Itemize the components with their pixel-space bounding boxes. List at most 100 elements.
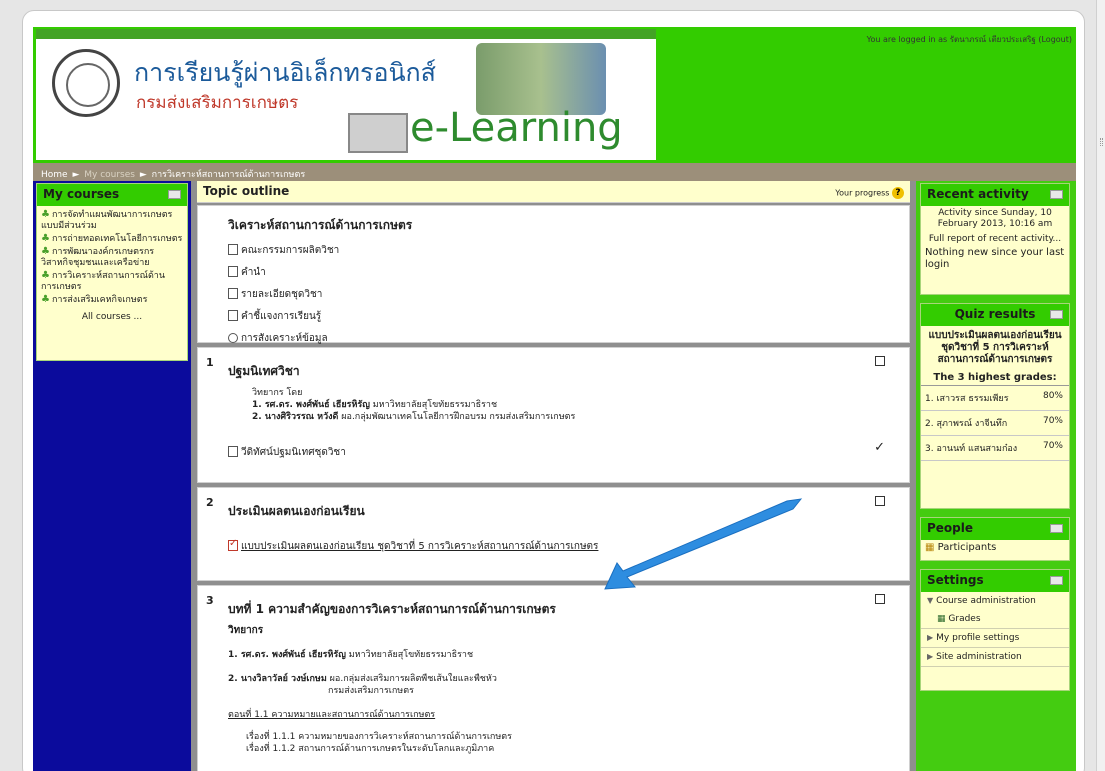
full-report-link[interactable]: Full report of recent activity... xyxy=(921,234,1069,245)
file-icon xyxy=(228,244,238,255)
forum-link[interactable]: การสังเคราะห์ข้อมูล xyxy=(228,331,909,346)
site-subtitle: กรมส่งเสริมการเกษตร xyxy=(136,93,299,113)
speaker-label: วิทยากร โดย xyxy=(252,388,303,398)
block-toggle-icon[interactable] xyxy=(1050,190,1063,199)
right-column: Recent activity Activity since Sunday, 1… xyxy=(916,181,1076,771)
my-courses-header: My courses xyxy=(37,184,187,206)
breadcrumb-home[interactable]: Home xyxy=(41,170,68,180)
elearning-logo: e-Learning xyxy=(410,105,623,151)
speaker-line: 2. นางวิลาวัลย์ วงษ์เกษม ผอ.กลุ่มส่งเสริ… xyxy=(228,674,497,684)
collapsed-icon: ▶ xyxy=(927,652,934,661)
site-banner[interactable]: การเรียนรู้ผ่านอิเล็กทรอนิกส์ กรมส่งเสริ… xyxy=(36,29,656,160)
my-courses-block: My courses ♣ การจัดทำแผนพัฒนาการเกษตรแบบม… xyxy=(36,183,188,361)
grades-link[interactable]: ▦ Grades xyxy=(921,610,1069,629)
breadcrumb-current[interactable]: การวิเคราะห์สถานการณ์ด้านการเกษตร xyxy=(152,170,306,180)
section-3-highlight-checkbox[interactable] xyxy=(875,594,885,604)
grades-icon: ▦ xyxy=(937,614,946,624)
progress-label: Your progress ? xyxy=(835,187,904,199)
recent-activity-header: Recent activity xyxy=(921,184,1069,206)
course-link[interactable]: ♣ การส่งเสริมเคหกิจเกษตร xyxy=(37,294,187,306)
course-icon: ♣ xyxy=(41,270,50,281)
resource-link[interactable]: รายละเอียดชุดวิชา xyxy=(228,287,909,302)
course-link[interactable]: ♣ การวิเคราะห์สถานการณ์ด้านการเกษตร xyxy=(37,270,187,293)
collapsed-icon: ▶ xyxy=(927,633,934,642)
block-toggle-icon[interactable] xyxy=(1050,310,1063,319)
nothing-new: Nothing new since your last login xyxy=(925,247,1065,270)
course-administration-node[interactable]: ▼ Course administration xyxy=(921,592,1069,610)
quiz-results-block: Quiz results แบบประเมินผลตนเองก่อนเรียน … xyxy=(920,303,1070,509)
participants-icon: ▦ xyxy=(925,542,935,553)
resource-link[interactable]: คำนำ xyxy=(228,265,909,280)
section-1: 1 ปฐมนิเทศวิชา วิทยากร โดย 1. รศ.ดร. พงศ… xyxy=(197,347,910,483)
section-1-number: 1 xyxy=(206,356,214,369)
file-icon xyxy=(228,288,238,299)
block-toggle-icon[interactable] xyxy=(1050,576,1063,585)
file-icon xyxy=(228,266,238,277)
speaker-label: วิทยากร xyxy=(228,625,264,636)
section-1-title: ปฐมนิเทศวิชา xyxy=(228,364,300,378)
block-toggle-icon[interactable] xyxy=(1050,524,1063,533)
section-1-highlight-checkbox[interactable] xyxy=(875,356,885,366)
my-courses-title: My courses xyxy=(43,187,120,201)
people-block: People ▦ Participants xyxy=(920,517,1070,561)
settings-block: Settings ▼ Course administration ▦ Grades… xyxy=(920,569,1070,691)
left-column: My courses ♣ การจัดทำแผนพัฒนาการเกษตรแบบม… xyxy=(33,181,191,771)
course-link[interactable]: ♣ การจัดทำแผนพัฒนาการเกษตรแบบมีส่วนร่วม xyxy=(37,209,187,232)
part-link[interactable]: ตอนที่ 1.1 ความหมายและสถานการณ์ด้านการเก… xyxy=(228,709,909,721)
highest-grades-label: The 3 highest grades: xyxy=(921,372,1069,386)
section-2-number: 2 xyxy=(206,496,214,509)
topic-outline-header: Topic outline Your progress ? xyxy=(197,181,910,203)
resource-link[interactable]: คณะกรรมการผลิตวิชา xyxy=(228,243,909,258)
section-3-title: บทที่ 1 ความสำคัญของการวิเคราะห์สถานการณ… xyxy=(228,602,556,616)
site-header: การเรียนรู้ผ่านอิเล็กทรอนิกส์ กรมส่งเสริ… xyxy=(33,27,1076,163)
activity-since: Activity since Sunday, 10 February 2013,… xyxy=(937,208,1053,229)
completion-check-icon[interactable]: ✓ xyxy=(874,440,885,455)
block-toggle-icon[interactable] xyxy=(168,190,181,199)
topic-outline-title: Topic outline xyxy=(203,184,290,198)
recent-activity-title: Recent activity xyxy=(927,187,1029,201)
settings-header: Settings xyxy=(921,570,1069,592)
quiz-results-header: Quiz results xyxy=(921,304,1069,326)
speaker-line: 1. รศ.ดร. พงศ์พันธ์ เธียรหิรัญ มหาวิทยาล… xyxy=(252,400,498,410)
section-3-number: 3 xyxy=(206,594,214,607)
all-courses-link[interactable]: All courses ... xyxy=(37,312,187,323)
help-icon[interactable]: ? xyxy=(892,187,904,199)
grade-row: 2. สุภาพรณ์ งาจีนทึก 70% xyxy=(921,411,1069,436)
section-2-highlight-checkbox[interactable] xyxy=(875,496,885,506)
grade-row: 1. เสาวรส ธรรมเพียร 80% xyxy=(921,386,1069,411)
login-info[interactable]: You are logged in as รัตนาภรณ์ เตียวประเ… xyxy=(867,33,1072,46)
main-column: Topic outline Your progress ? วิเคราะห์ส… xyxy=(191,181,916,771)
course-link[interactable]: ♣ การพัฒนาองค์กรเกษตรกร วิสาหกิจชุมชนและเ… xyxy=(37,246,187,269)
speaker-line: 2. นางศิริวรรณ หวังดี ผอ.กลุ่มพัฒนาเทคโน… xyxy=(252,412,576,422)
course-link[interactable]: ♣ การถ่ายทอดเทคโนโลยีการเกษตร xyxy=(37,233,187,245)
resource-link[interactable]: คำชี้แจงการเรียนรู้ xyxy=(228,309,909,324)
file-icon xyxy=(228,310,238,321)
site-title: การเรียนรู้ผ่านอิเล็กทรอนิกส์ xyxy=(134,58,436,87)
file-icon xyxy=(228,446,238,457)
topic-item: เรื่องที่ 1.1.2 สถานการณ์ด้านการเกษตรในร… xyxy=(246,744,495,754)
breadcrumb: Home ► My courses ► การวิเคราะห์สถานการณ… xyxy=(33,163,1076,181)
video-link[interactable]: วีดิทัศน์ปฐมนิเทศชุดวิชา xyxy=(228,445,909,460)
browser-scrollbar[interactable] xyxy=(1096,0,1105,771)
speaker-org: กรมส่งเสริมการเกษตร xyxy=(328,686,414,696)
breadcrumb-my-courses[interactable]: My courses xyxy=(84,170,135,180)
breadcrumb-separator-icon: ► xyxy=(72,170,80,180)
people-header: People xyxy=(921,518,1069,540)
annotation-arrow-icon xyxy=(604,498,803,590)
scrollbar-grip-icon xyxy=(1100,138,1103,146)
recent-activity-block: Recent activity Activity since Sunday, 1… xyxy=(920,183,1070,295)
course-icon: ♣ xyxy=(41,233,50,244)
participants-link[interactable]: ▦ Participants xyxy=(921,540,1069,555)
section-0-title: วิเคราะห์สถานการณ์ด้านการเกษตร xyxy=(228,218,413,232)
computer-icon xyxy=(348,113,408,153)
page-inner: การเรียนรู้ผ่านอิเล็กทรอนิกส์ กรมส่งเสริ… xyxy=(33,27,1076,771)
settings-title: Settings xyxy=(927,573,984,587)
department-seal-logo xyxy=(52,49,120,117)
profile-settings-node[interactable]: ▶ My profile settings xyxy=(921,629,1069,648)
course-icon: ♣ xyxy=(41,294,50,305)
forum-icon xyxy=(228,333,238,343)
banner-stripe xyxy=(36,29,656,39)
course-icon: ♣ xyxy=(41,209,50,220)
quiz-results-quiz-name[interactable]: แบบประเมินผลตนเองก่อนเรียน ชุดวิชาที่ 5 … xyxy=(921,330,1069,366)
site-administration-node[interactable]: ▶ Site administration xyxy=(921,648,1069,667)
